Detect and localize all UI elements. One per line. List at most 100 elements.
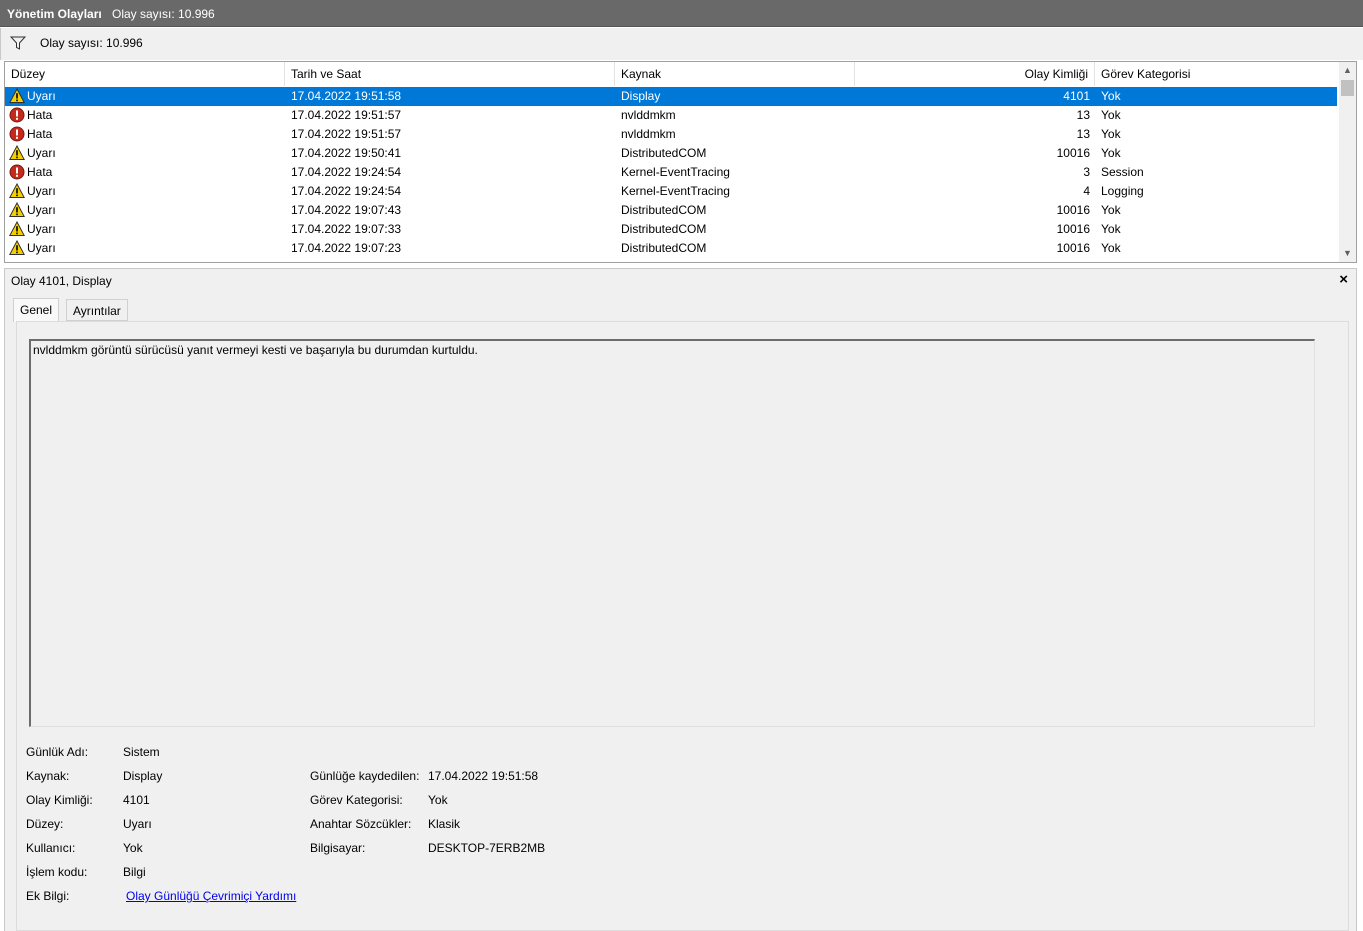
keywords-label: Anahtar Sözcükler: — [310, 817, 412, 831]
tab-details[interactable]: Ayrıntılar — [66, 299, 128, 321]
row-level: Hata — [9, 163, 285, 182]
row-source: DistributedCOM — [621, 203, 707, 217]
row-level-text: Uyarı — [27, 203, 56, 217]
row-source: Display — [621, 89, 661, 103]
warning-icon — [8, 239, 26, 256]
tab-general[interactable]: Genel — [13, 298, 60, 322]
warning-icon — [8, 144, 26, 161]
row-level: Uyarı — [8, 201, 285, 220]
opcode-value: Bilgi — [123, 865, 146, 879]
row-level-text: Hata — [27, 165, 53, 179]
table-row[interactable]: Uyarı 17.04.2022 19:07:33 DistributedCOM 10… — [5, 220, 1337, 239]
user-label: Kullanıcı: — [26, 841, 76, 855]
row-event-id: 4101 — [1063, 89, 1090, 103]
warning-icon — [8, 182, 26, 199]
list-scrollbar[interactable]: ▲ ▼ — [1339, 62, 1356, 262]
row-event-id: 13 — [1076, 127, 1090, 141]
row-level: Hata — [9, 125, 285, 144]
event-list[interactable]: Düzey Tarih ve Saat Kaynak Olay Kimliği … — [4, 61, 1357, 263]
row-level-text: Uyarı — [27, 222, 56, 236]
pane-titlebar: Yönetim Olayları Olay sayısı: 10.996 — [0, 0, 1363, 27]
row-date: 17.04.2022 19:51:58 — [291, 89, 402, 103]
row-task-category: Session — [1101, 165, 1144, 179]
row-date: 17.04.2022 19:07:33 — [291, 222, 402, 236]
row-task-category: Yok — [1101, 89, 1121, 103]
row-source: Kernel-EventTracing — [621, 184, 730, 198]
column-header-task-category[interactable]: Görev Kategorisi — [1095, 62, 1337, 86]
warning-icon — [8, 87, 26, 104]
column-header-level[interactable]: Düzey — [5, 62, 285, 86]
table-row[interactable]: Uyarı 17.04.2022 19:50:41 DistributedCOM 10… — [5, 144, 1337, 163]
title-event-count: Olay sayısı: 10.996 — [112, 7, 215, 21]
user-value: Yok — [123, 841, 143, 855]
row-event-id: 3 — [1083, 165, 1090, 179]
row-level: Uyarı — [8, 182, 285, 201]
table-row[interactable]: Uyarı 17.04.2022 19:07:23 DistributedCOM 10… — [5, 239, 1337, 258]
row-date: 17.04.2022 19:24:54 — [291, 165, 402, 179]
error-icon — [9, 107, 25, 123]
column-header-event-id[interactable]: Olay Kimliği — [855, 62, 1095, 86]
keywords-value: Klasik — [428, 817, 461, 831]
row-level-text: Uyarı — [27, 89, 56, 103]
level-value: Uyarı — [123, 817, 152, 831]
column-header-source[interactable]: Kaynak — [615, 62, 855, 86]
table-row[interactable]: Uyarı 17.04.2022 19:24:54 Kernel-EventTrac… — [5, 182, 1337, 201]
online-help-link[interactable]: Olay Günlüğü Çevrimiçi Yardımı — [126, 889, 296, 903]
error-icon — [9, 164, 25, 180]
table-row[interactable]: Hata 17.04.2022 19:24:54 Kernel-EventTraci… — [5, 163, 1337, 182]
table-row[interactable]: Uyarı 17.04.2022 19:07:43 DistributedCOM 10… — [5, 201, 1337, 220]
row-date: 17.04.2022 19:51:57 — [291, 127, 402, 141]
view-title: Yönetim Olayları — [7, 7, 102, 21]
event-message: nvlddmkm görüntü sürücüsü yanıt vermeyi … — [33, 343, 478, 357]
row-task-category: Yok — [1101, 146, 1121, 160]
row-event-id: 10016 — [1056, 222, 1090, 236]
row-task-category: Yok — [1101, 127, 1121, 141]
event-message-box[interactable]: nvlddmkm görüntü sürücüsü yanıt vermeyi … — [29, 339, 1315, 727]
row-level: Uyarı — [8, 239, 285, 258]
warning-icon — [8, 220, 26, 237]
error-icon — [9, 126, 25, 142]
row-level-text: Hata — [27, 108, 53, 122]
table-row[interactable]: Uyarı 17.04.2022 19:51:58 Display 4101 Yok — [5, 87, 1337, 106]
column-header-date[interactable]: Tarih ve Saat — [285, 62, 615, 86]
row-task-category: Logging — [1101, 184, 1144, 198]
task-category-value: Yok — [428, 793, 448, 807]
close-icon[interactable]: × — [1339, 271, 1348, 288]
row-source: DistributedCOM — [621, 222, 707, 236]
row-event-id: 10016 — [1056, 146, 1090, 160]
row-date: 17.04.2022 19:24:54 — [291, 184, 402, 198]
logged-label: Günlüğe kaydedilen: — [310, 769, 420, 783]
row-task-category: Yok — [1101, 241, 1121, 255]
scroll-thumb[interactable] — [1341, 80, 1354, 96]
row-date: 17.04.2022 19:07:43 — [291, 203, 402, 217]
table-row[interactable]: Hata 17.04.2022 19:51:57 nvlddmkm 13 Yok — [5, 125, 1337, 144]
event-detail-pane: Olay 4101, Display × Genel Ayrıntılar nv… — [4, 268, 1357, 931]
row-source: nvlddmkm — [621, 108, 676, 122]
filter-event-count: Olay sayısı: 10.996 — [40, 36, 143, 50]
row-event-id: 13 — [1076, 108, 1090, 122]
row-date: 17.04.2022 19:50:41 — [291, 146, 402, 160]
table-row[interactable]: Hata 17.04.2022 19:51:57 nvlddmkm 13 Yok — [5, 106, 1337, 125]
more-info-label: Ek Bilgi: — [26, 889, 70, 903]
row-event-id: 4 — [1083, 184, 1090, 198]
row-date: 17.04.2022 19:51:57 — [291, 108, 402, 122]
level-label: Düzey: — [26, 817, 64, 831]
scroll-up-icon[interactable]: ▲ — [1339, 62, 1356, 79]
source-value: Display — [123, 769, 163, 783]
computer-value: DESKTOP-7ERB2MB — [428, 841, 546, 855]
row-source: DistributedCOM — [621, 241, 707, 255]
row-source: Kernel-EventTracing — [621, 165, 730, 179]
row-level: Uyarı — [8, 144, 285, 163]
row-source: nvlddmkm — [621, 127, 676, 141]
row-source: DistributedCOM — [621, 146, 707, 160]
filter-bar: Olay sayısı: 10.996 — [0, 28, 1363, 60]
log-name-label: Günlük Adı: — [26, 745, 89, 759]
row-level-text: Uyarı — [27, 184, 56, 198]
row-task-category: Yok — [1101, 222, 1121, 236]
scroll-down-icon[interactable]: ▼ — [1339, 245, 1356, 262]
logged-value: 17.04.2022 19:51:58 — [428, 769, 539, 783]
filter-icon[interactable] — [10, 36, 26, 50]
row-level-text: Hata — [27, 127, 53, 141]
row-level-text: Uyarı — [27, 241, 56, 255]
row-level: Uyarı — [8, 220, 285, 239]
